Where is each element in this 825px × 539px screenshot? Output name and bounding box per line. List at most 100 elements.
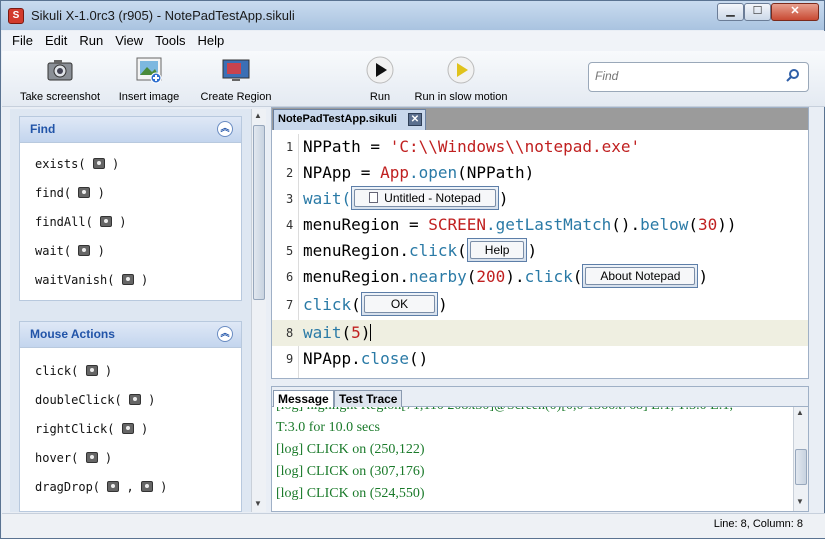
log-scrollbar[interactable]: ▲ ▼	[793, 407, 808, 511]
code-line: 6 menuRegion.nearby(200).click(About Note…	[272, 263, 808, 290]
line-number: 3	[286, 192, 294, 206]
camera-icon	[85, 452, 98, 463]
tab-test-trace[interactable]: Test Trace	[334, 390, 403, 407]
create-region-button[interactable]: Create Region	[198, 55, 274, 103]
code-line-current: 8 wait(5)	[272, 320, 808, 346]
minimize-button[interactable]: ▁	[717, 3, 744, 21]
title-bar[interactable]: S Sikuli X-1.0rc3 (r905) - NotePadTestAp…	[1, 1, 824, 30]
cmd-exists[interactable]: exists( )	[20, 148, 241, 177]
mouse-actions-title: Mouse Actions	[30, 327, 115, 341]
camera-icon	[121, 274, 134, 285]
collapse-icon[interactable]: ︽	[217, 121, 233, 137]
menu-edit[interactable]: Edit	[35, 31, 69, 48]
code-line: 1 NPPath = 'C:\\Windows\\notepad.exe'	[286, 137, 641, 156]
menu-tools[interactable]: Tools	[145, 31, 187, 48]
scroll-up-arrow-icon[interactable]: ▲	[796, 408, 804, 417]
status-bar: Line: 8, Column: 8	[2, 513, 825, 538]
image-pattern-about-notepad[interactable]: About Notepad	[582, 263, 699, 288]
cmd-wait[interactable]: wait( )	[20, 235, 241, 264]
camera-icon	[47, 60, 73, 81]
slow-play-icon	[447, 56, 475, 84]
file-tab[interactable]: NotePadTestApp.sikuli ✕	[273, 109, 426, 130]
mouse-actions-header[interactable]: Mouse Actions ︽	[20, 322, 241, 348]
camera-icon	[78, 187, 91, 198]
take-screenshot-label: Take screenshot	[19, 91, 101, 103]
run-label: Run	[369, 91, 391, 103]
camera-icon	[107, 481, 120, 492]
take-screenshot-button[interactable]: Take screenshot	[19, 55, 101, 103]
line-number: 7	[286, 298, 294, 312]
cursor-position: Line: 8, Column: 8	[713, 518, 803, 530]
code-line: 3 wait(Untitled - Notepad)	[272, 185, 808, 212]
run-slow-motion-button[interactable]: Run in slow motion	[414, 55, 508, 103]
search-icon[interactable]	[785, 68, 801, 84]
menu-bar: File Edit Run View Tools Help	[2, 31, 825, 51]
menu-view[interactable]: View	[105, 31, 145, 48]
code-line: 7 click(OK)	[272, 290, 808, 320]
line-number: 8	[286, 326, 294, 340]
scroll-down-arrow-icon[interactable]: ▼	[254, 499, 262, 508]
code-editor: NotePadTestApp.sikuli ✕ 1 NPPath = 'C:\\W…	[271, 107, 809, 379]
maximize-button[interactable]: ☐	[744, 3, 771, 21]
code-area[interactable]: 1 NPPath = 'C:\\Windows\\notepad.exe' 2 NP…	[272, 134, 808, 378]
find-section-header[interactable]: Find ︽	[20, 117, 241, 143]
close-window-button[interactable]: ✕	[771, 3, 819, 21]
find-search-box[interactable]	[588, 62, 809, 92]
scroll-up-arrow-icon[interactable]: ▲	[254, 111, 262, 120]
window-title: Sikuli X-1.0rc3 (r905) - NotePadTestApp.…	[31, 8, 295, 23]
code-line: 4 menuRegion = SCREEN.getLastMatch().belo…	[286, 215, 737, 234]
run-slow-label: Run in slow motion	[414, 91, 508, 103]
log-line: [log] CLICK on (524,550)	[276, 486, 425, 501]
main-window: S Sikuli X-1.0rc3 (r905) - NotePadTestAp…	[0, 0, 825, 539]
sikuli-app-icon: S	[8, 8, 24, 24]
line-number: 9	[286, 352, 294, 366]
cmd-hover[interactable]: hover( )	[20, 442, 241, 471]
log-output: [log] highlight Region[71,110 208x30]@Sc…	[276, 407, 791, 511]
mouse-actions-section: Mouse Actions ︽ click( ) doubleClick( ) …	[19, 321, 242, 512]
play-icon	[366, 56, 394, 84]
cmd-doubleclick[interactable]: doubleClick( )	[20, 384, 241, 413]
create-region-icon	[222, 59, 250, 81]
collapse-icon[interactable]: ︽	[217, 326, 233, 342]
code-line: 5 menuRegion.click(Help)	[272, 237, 808, 264]
log-line: [log] CLICK on (307,176)	[276, 464, 425, 479]
menu-help[interactable]: Help	[188, 31, 227, 48]
image-pattern-ok[interactable]: OK	[360, 291, 439, 316]
scrollbar-thumb[interactable]	[795, 449, 807, 485]
insert-image-icon	[136, 57, 162, 84]
run-button[interactable]: Run	[362, 55, 398, 103]
tab-message[interactable]: Message	[273, 390, 334, 407]
find-input[interactable]	[595, 69, 775, 83]
camera-icon	[78, 245, 91, 256]
scroll-down-arrow-icon[interactable]: ▼	[796, 497, 804, 506]
editor-tab-strip: NotePadTestApp.sikuli ✕	[272, 108, 808, 130]
camera-icon	[92, 158, 105, 169]
close-tab-icon[interactable]: ✕	[407, 113, 422, 126]
insert-image-label: Insert image	[118, 91, 180, 103]
image-pattern-untitled-notepad[interactable]: Untitled - Notepad	[351, 185, 499, 210]
cmd-click[interactable]: click( )	[20, 355, 241, 384]
cmd-findall[interactable]: findAll( )	[20, 206, 241, 235]
message-panel: Message Test Trace [log] highlight Regio…	[271, 386, 809, 512]
menu-run[interactable]: Run	[69, 31, 105, 48]
camera-icon	[85, 365, 98, 376]
line-number: 1	[286, 140, 294, 154]
text-cursor	[370, 324, 372, 341]
menu-file[interactable]: File	[2, 31, 35, 48]
cmd-find[interactable]: find( )	[20, 177, 241, 206]
image-pattern-help[interactable]: Help	[466, 237, 528, 262]
line-number: 4	[286, 218, 294, 232]
create-region-label: Create Region	[200, 91, 272, 103]
camera-icon	[121, 423, 134, 434]
scrollbar-thumb[interactable]	[253, 125, 265, 300]
command-panel-scrollbar[interactable]: ▲ ▼	[251, 109, 266, 512]
cmd-waitvanish[interactable]: waitVanish( )	[20, 264, 241, 293]
cmd-rightclick[interactable]: rightClick( )	[20, 413, 241, 442]
code-line: 2 NPApp = App.open(NPPath)	[286, 163, 535, 182]
insert-image-button[interactable]: Insert image	[116, 55, 182, 103]
line-number: 2	[286, 166, 294, 180]
find-section-title: Find	[30, 122, 56, 136]
log-line: T:3.0 for 10.0 secs	[276, 420, 380, 435]
camera-icon	[128, 394, 141, 405]
cmd-dragdrop[interactable]: dragDrop( , )	[20, 471, 241, 500]
